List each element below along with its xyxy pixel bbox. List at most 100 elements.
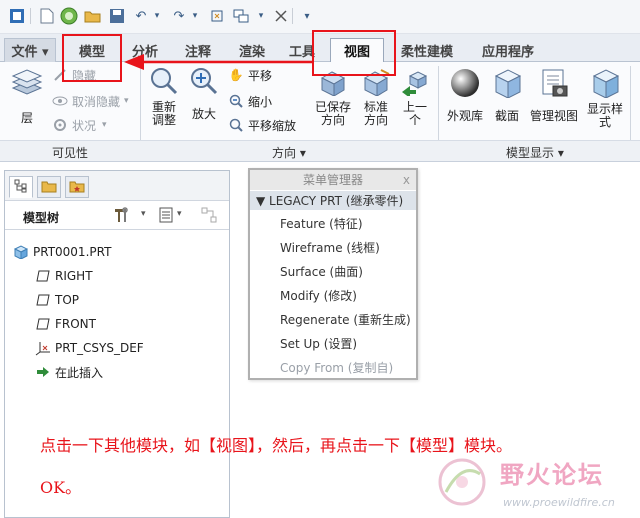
navigator-panel: 模型树 ▾ ▾ PRT0001.PRT RIGHT TOP FRONT PRT_… (4, 170, 230, 518)
model-tree-title: 模型树 (23, 211, 60, 225)
datum-plane-icon (35, 292, 51, 308)
pan-zoom-button[interactable]: 平移缩放 (228, 116, 296, 134)
show-dropdown-icon[interactable]: ▾ (177, 209, 182, 219)
tree-settings-icon[interactable] (113, 207, 131, 226)
tree-item-label: PRT_CSYS_DEF (55, 341, 144, 355)
annotation-arrow (124, 54, 312, 70)
tree-item-front-plane[interactable]: FRONT (35, 315, 96, 333)
tree-item-label: PRT0001.PRT (33, 245, 112, 259)
section-label: 截面 (494, 109, 519, 123)
model-tree-toolbar: 模型树 ▾ ▾ (5, 202, 229, 230)
new-file-icon[interactable] (38, 7, 56, 25)
menu-item-copy-from: Copy From (复制自) (280, 361, 394, 375)
watermark-logo-icon (438, 458, 486, 506)
refit-button[interactable]: 重新 调整 (146, 66, 182, 127)
appearance-sphere-icon (444, 68, 486, 101)
toolbar-separator (292, 8, 293, 24)
tree-item-insert-here[interactable]: 在此插入 (35, 363, 103, 381)
quick-access-toolbar: ↶ ▾ ↷ ▾ ▾ ▾ (0, 0, 640, 34)
menu-item-regenerate[interactable]: Regenerate (重新生成) (280, 311, 411, 328)
part-icon (13, 244, 29, 260)
unhide-button[interactable]: 取消隐藏 ▾ (52, 92, 129, 110)
datum-plane-icon (35, 268, 51, 284)
tab-file[interactable]: 文件 ▾ (4, 38, 56, 62)
tree-settings-dropdown-icon[interactable]: ▾ (141, 209, 146, 219)
previous-orientation-label: 上一 个 (402, 100, 427, 127)
layer-label: 层 (20, 111, 33, 125)
close-window-icon[interactable] (272, 7, 290, 25)
tree-item-label: 在此插入 (55, 365, 104, 380)
navigator-tab-bar (5, 171, 229, 201)
status-label: 状况 (72, 118, 97, 133)
toolbar-separator (30, 8, 31, 24)
menu-item-wireframe[interactable]: Wireframe (线框) (280, 239, 380, 256)
tree-item-right-plane[interactable]: RIGHT (35, 267, 93, 285)
status-dropdown-icon[interactable]: ▾ (102, 120, 107, 130)
customize-toolbar-icon[interactable]: ▾ (298, 7, 316, 25)
model-display-group-label[interactable]: 模型显示 ▾ (506, 144, 564, 161)
windows-icon[interactable] (232, 7, 250, 25)
app-window-icon[interactable] (8, 7, 26, 25)
tab-applications[interactable]: 应用程序 (470, 38, 546, 62)
display-style-label: 显示样 式 (586, 102, 623, 129)
visibility-group-label[interactable]: 可见性 (52, 144, 88, 161)
manage-views-label: 管理视图 (529, 109, 578, 123)
windows-dropdown-icon[interactable]: ▾ (252, 7, 270, 25)
standard-orientation-label: 标准 方向 (363, 100, 388, 127)
tab-flexible-modeling[interactable]: 柔性建模 (392, 38, 462, 62)
zoom-out-label: 缩小 (248, 94, 273, 109)
layer-icon (8, 68, 46, 101)
menu-item-surface[interactable]: Surface (曲面) (280, 263, 363, 280)
datum-plane-icon (35, 316, 51, 332)
regenerate-icon[interactable] (208, 7, 226, 25)
tree-item-top-plane[interactable]: TOP (35, 291, 79, 309)
menu-item-modify[interactable]: Modify (修改) (280, 287, 357, 304)
previous-orientation-icon (398, 68, 432, 99)
status-button[interactable]: 状况 ▾ (52, 116, 107, 134)
saved-orientations-button[interactable]: 已保存 方向 (312, 68, 354, 127)
unhide-label: 取消隐藏 (72, 94, 121, 109)
open-folder-icon[interactable] (84, 7, 102, 25)
tree-item-csys[interactable]: PRT_CSYS_DEF (35, 339, 144, 357)
zoom-out-button[interactable]: 缩小 (228, 92, 272, 110)
csys-icon (35, 340, 51, 356)
unhide-eye-icon (52, 93, 68, 109)
model-tree-tab[interactable] (9, 176, 33, 198)
menu-item-feature[interactable]: Feature (特征) (280, 215, 363, 232)
standard-orientation-button[interactable]: 标准 方向 (358, 68, 394, 127)
undo-dropdown-icon[interactable]: ▾ (148, 7, 166, 25)
pan-zoom-icon (228, 117, 244, 133)
open-session-icon[interactable] (60, 7, 78, 25)
saved-orientations-label: 已保存 方向 (314, 100, 351, 127)
layer-button[interactable]: 层 (8, 68, 46, 126)
status-gear-icon (52, 117, 68, 133)
folder-browser-tab[interactable] (37, 176, 61, 198)
tree-item-label: RIGHT (55, 269, 93, 283)
redo-dropdown-icon[interactable]: ▾ (186, 7, 204, 25)
menu-item-setup[interactable]: Set Up (设置) (280, 335, 357, 352)
manage-views-button[interactable]: 管理视图 (528, 68, 580, 124)
menu-manager-title: 菜单管理器 (250, 170, 416, 190)
menu-manager-header[interactable]: ▼ LEGACY PRT (继承零件) (250, 191, 416, 210)
folder-browser-icon (41, 179, 57, 196)
tree-item-label: TOP (55, 293, 80, 307)
previous-orientation-button[interactable]: 上一 个 (398, 68, 432, 127)
appearance-gallery-button[interactable]: 外观库 (444, 68, 486, 124)
section-cube-icon (490, 68, 524, 101)
unhide-dropdown-icon[interactable]: ▾ (124, 96, 129, 106)
show-columns-icon[interactable] (159, 207, 173, 226)
tree-filter-icon[interactable] (201, 207, 219, 226)
menu-manager-close-button[interactable]: x (403, 170, 410, 190)
favorites-tab[interactable] (65, 176, 89, 198)
annotation-text-line2: OK。 (40, 478, 82, 497)
section-button[interactable]: 截面 (490, 68, 524, 124)
zoom-in-label: 放大 (191, 107, 216, 121)
zoom-in-button[interactable]: 放大 (188, 66, 220, 122)
save-icon[interactable] (108, 7, 126, 25)
display-style-cube-icon (584, 68, 626, 101)
orientation-group-label[interactable]: 方向 ▾ (272, 144, 306, 161)
highlight-box-view-tab (312, 30, 396, 76)
ribbon-group-label-bar: 可见性 方向 ▾ 模型显示 ▾ (0, 140, 640, 162)
tree-item-part[interactable]: PRT0001.PRT (13, 243, 111, 261)
display-style-button[interactable]: 显示样 式 (584, 68, 626, 129)
